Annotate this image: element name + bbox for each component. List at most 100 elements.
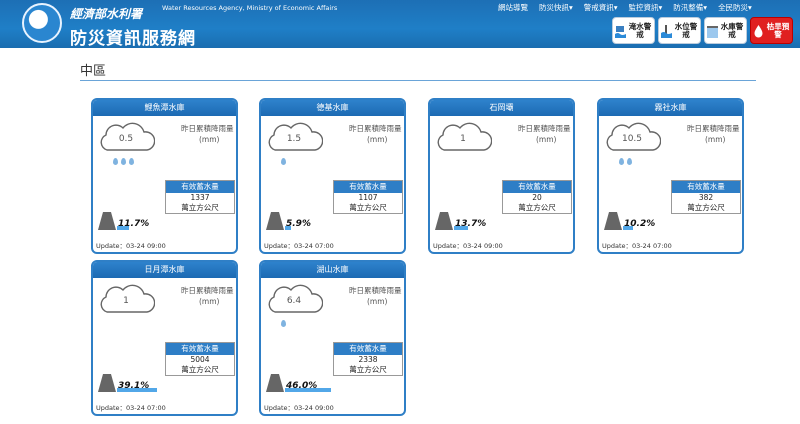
storage-header: 有效蓄水量 [166, 343, 234, 355]
rain-value: 1.5 [286, 134, 302, 144]
storage-header: 有效蓄水量 [334, 343, 402, 355]
capacity-indicator: 10.2% [623, 219, 669, 230]
capacity-percent: 5.9% [286, 219, 311, 229]
wra-logo[interactable] [22, 3, 62, 43]
reservoir-level-icon [266, 374, 284, 392]
storage-header: 有效蓄水量 [503, 181, 571, 193]
rain-drops [113, 158, 134, 165]
nav-item-disaster-news[interactable]: 防災快訊▾ [539, 2, 573, 13]
capacity-indicator: 39.1% [117, 381, 163, 392]
rain-unit: (mm) [199, 135, 220, 144]
storage-box: 有效蓄水量 1107 萬立方公尺 [333, 180, 403, 214]
nav-item-public-prevention[interactable]: 全民防災▾ [718, 2, 752, 13]
rain-drop-icon [627, 158, 632, 165]
reservoir-card[interactable]: 德基水庫 1.5 昨日累積降雨量 (mm) 有效蓄水量 1107 萬立方公尺 5.9% Upda… [259, 98, 406, 254]
nav-item-sitemap[interactable]: 網站導覽 [498, 2, 528, 13]
storage-value: 382 [698, 193, 714, 202]
storage-unit: 萬立方公尺 [349, 365, 387, 374]
rain-label: 昨日累積降雨量 [181, 286, 234, 295]
rain-unit: (mm) [536, 135, 557, 144]
rain-unit: (mm) [199, 297, 220, 306]
reservoir-name: 鯉魚潭水庫 [93, 100, 236, 116]
storage-box: 有效蓄水量 382 萬立方公尺 [671, 180, 741, 214]
storage-box: 有效蓄水量 20 萬立方公尺 [502, 180, 572, 214]
update-time: Update：03-24 09:00 [96, 242, 166, 250]
rain-value: 6.4 [286, 296, 302, 306]
rain-drop-icon [619, 158, 624, 165]
capacity-indicator: 46.0% [285, 381, 331, 392]
storage-value: 1107 [358, 193, 378, 202]
rain-label: 昨日累積降雨量 [349, 124, 402, 133]
capacity-percent: 10.2% [624, 219, 656, 229]
rain-unit: (mm) [367, 297, 388, 306]
reservoir-card[interactable]: 霧社水庫 10.5 昨日累積降雨量 (mm) 有效蓄水量 382 萬立方公尺 10.2% Upd… [597, 98, 744, 254]
rain-unit: (mm) [367, 135, 388, 144]
reservoir-level-icon [266, 212, 284, 230]
rain-value: 10.5 [621, 134, 643, 144]
capacity-percent: 39.1% [118, 381, 150, 391]
english-name: Water Resources Agency, Ministry of Econ… [162, 4, 338, 12]
reservoir-card[interactable]: 湖山水庫 6.4 昨日累積降雨量 (mm) 有效蓄水量 2338 萬立方公尺 46.0% Upd… [259, 260, 406, 416]
storage-unit: 萬立方公尺 [518, 203, 556, 212]
rain-drops [281, 320, 286, 327]
reservoir-icon [707, 25, 718, 38]
site-title[interactable]: 防災資訊服務網 [70, 24, 196, 49]
rain-drops [281, 158, 286, 165]
reservoir-card[interactable]: 鯉魚潭水庫 0.5 昨日累積降雨量 (mm) 有效蓄水量 1337 萬立方公尺 11.7% Up… [91, 98, 238, 254]
flood-warning-button[interactable]: 淹水警戒 [612, 17, 655, 44]
reservoir-level-icon [98, 212, 116, 230]
storage-value: 20 [532, 193, 542, 202]
rain-drop-icon [121, 158, 126, 165]
alert-label: 水位警戒 [674, 21, 698, 39]
nav-item-warnings[interactable]: 警戒資訊▾ [584, 2, 618, 13]
storage-box: 有效蓄水量 5004 萬立方公尺 [165, 342, 235, 376]
update-time: Update：03-24 09:00 [433, 242, 503, 250]
update-time: Update：03-24 07:00 [264, 242, 334, 250]
rain-value: 0.5 [118, 134, 134, 144]
nav-item-flood-prep[interactable]: 防汛整備▾ [673, 2, 707, 13]
storage-unit: 萬立方公尺 [181, 203, 219, 212]
flood-icon [615, 25, 626, 38]
reservoir-warning-button[interactable]: 水庫警戒 [704, 17, 747, 44]
rain-label: 昨日累積降雨量 [181, 124, 234, 133]
storage-unit: 萬立方公尺 [349, 203, 387, 212]
rain-label: 昨日累積降雨量 [349, 286, 402, 295]
water-level-warning-button[interactable]: 水位警戒 [658, 17, 701, 44]
reservoir-name: 霧社水庫 [599, 100, 742, 116]
storage-header: 有效蓄水量 [166, 181, 234, 193]
rain-drops [619, 158, 632, 165]
region-divider [80, 80, 756, 81]
rain-value: 1 [460, 134, 466, 144]
capacity-indicator: 5.9% [285, 219, 331, 230]
reservoir-name: 石岡壩 [430, 100, 573, 116]
rain-drop-icon [281, 320, 286, 327]
top-nav: 網站導覽 防災快訊▾ 警戒資訊▾ 監控資訊▾ 防汛整備▾ 全民防災▾ [498, 2, 752, 13]
alert-label: 淹水警戒 [628, 21, 652, 39]
capacity-percent: 46.0% [286, 381, 318, 391]
reservoir-card[interactable]: 日月潭水庫 1 昨日累積降雨量 (mm) 有效蓄水量 5004 萬立方公尺 39.1% Upda… [91, 260, 238, 416]
nav-item-monitoring[interactable]: 監控資訊▾ [629, 2, 663, 13]
reservoir-level-icon [435, 212, 453, 230]
rain-unit: (mm) [705, 135, 726, 144]
storage-value: 2338 [358, 355, 378, 364]
ministry-name: 經濟部水利署 [70, 7, 143, 21]
storage-unit: 萬立方公尺 [687, 203, 725, 212]
capacity-indicator: 13.7% [454, 219, 500, 230]
rain-drop-icon [129, 158, 134, 165]
alert-buttons: 淹水警戒 水位警戒 水庫警戒 枯旱預警 [612, 17, 793, 44]
storage-box: 有效蓄水量 1337 萬立方公尺 [165, 180, 235, 214]
region-heading: 中區 [80, 64, 107, 79]
capacity-indicator: 11.7% [117, 219, 163, 230]
alert-label: 枯旱預警 [766, 21, 790, 39]
drought-warning-button[interactable]: 枯旱預警 [750, 17, 793, 44]
storage-value: 1337 [190, 193, 210, 202]
storage-value: 5004 [190, 355, 210, 364]
reservoir-name: 湖山水庫 [261, 262, 404, 278]
rain-drop-icon [113, 158, 118, 165]
reservoir-card[interactable]: 石岡壩 1 昨日累積降雨量 (mm) 有效蓄水量 20 萬立方公尺 13.7% Update：0… [428, 98, 575, 254]
water-level-icon [661, 24, 672, 38]
reservoir-level-icon [98, 374, 116, 392]
capacity-percent: 11.7% [118, 219, 150, 229]
rain-label: 昨日累積降雨量 [687, 124, 740, 133]
site-header: 經濟部水利署 Water Resources Agency, Ministry … [0, 0, 800, 49]
